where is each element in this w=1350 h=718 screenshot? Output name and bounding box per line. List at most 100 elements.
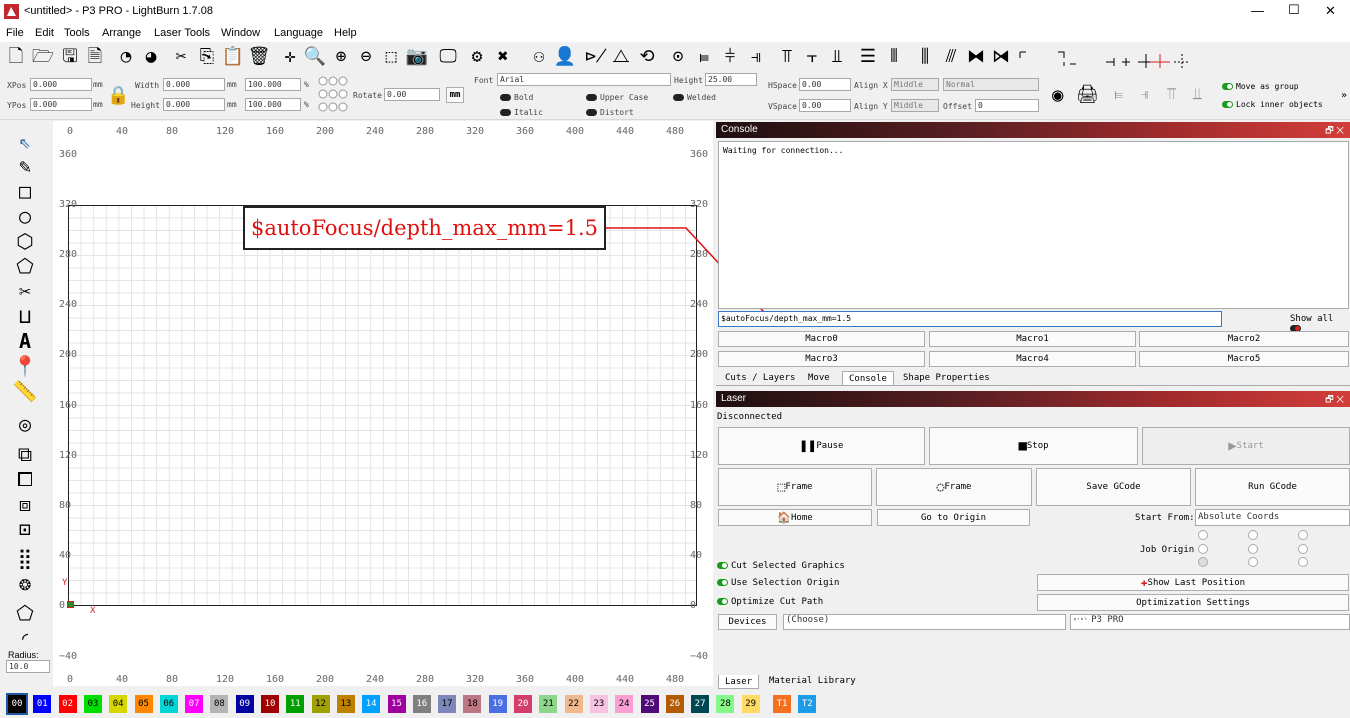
- space-v-icon[interactable]: ⫻: [940, 46, 962, 68]
- run-gcode-button[interactable]: Run GCode: [1195, 468, 1350, 506]
- macro-2-button[interactable]: Macro2: [1139, 331, 1349, 347]
- align-middle-icon[interactable]: ⫟: [801, 46, 823, 68]
- text-mode-select[interactable]: Normal: [943, 78, 1039, 91]
- undo-icon[interactable]: ◔: [115, 46, 137, 68]
- layer-swatch-17[interactable]: 17: [438, 695, 457, 713]
- offset-input[interactable]: 0: [975, 99, 1039, 112]
- job-origin-radio[interactable]: [1248, 530, 1258, 540]
- layer-swatch-20[interactable]: 20: [514, 695, 532, 713]
- tab-move[interactable]: Move: [802, 371, 836, 385]
- trim-icon[interactable]: ✂: [11, 279, 39, 303]
- job-origin-radio[interactable]: [1298, 544, 1308, 554]
- copy-icon[interactable]: ⎘: [196, 46, 218, 68]
- layer-swatch-26[interactable]: 26: [665, 695, 684, 713]
- boolean-subtract-icon[interactable]: ⧠: [11, 467, 39, 491]
- paste-icon[interactable]: 📋: [222, 46, 244, 68]
- user-icon[interactable]: 👤: [554, 46, 576, 68]
- boolean-intersect-icon[interactable]: ⧈: [11, 492, 39, 516]
- layer-swatch-25[interactable]: 25: [640, 695, 659, 713]
- layer-swatch-04[interactable]: 04: [109, 695, 128, 713]
- weld-icon[interactable]: ⊡: [11, 517, 39, 541]
- layer-swatch-11[interactable]: 11: [286, 695, 305, 713]
- new-file-icon[interactable]: 🗋: [5, 46, 27, 68]
- delete-icon[interactable]: 🗑: [248, 46, 271, 68]
- boolean-union-icon[interactable]: ⧉: [11, 442, 39, 466]
- print-icon[interactable]: 🖨: [1076, 84, 1099, 105]
- job-origin-radio[interactable]: [1298, 530, 1308, 540]
- tab-shape-properties[interactable]: Shape Properties: [897, 371, 996, 385]
- camera-icon[interactable]: 📷: [406, 46, 428, 68]
- zoom-minus-icon[interactable]: ⊖: [355, 46, 377, 68]
- menu-file[interactable]: File: [6, 27, 24, 39]
- go-to-origin-button[interactable]: Go to Origin: [877, 509, 1030, 526]
- rotate-icon[interactable]: ⟲: [636, 46, 658, 68]
- layer-swatch-27[interactable]: 27: [691, 695, 710, 713]
- layer-swatch-28[interactable]: 28: [716, 695, 735, 713]
- flip-v-icon[interactable]: ⧒: [990, 46, 1012, 68]
- start-from-select[interactable]: Absolute Coords: [1195, 509, 1350, 526]
- maximize-button[interactable]: ☐: [1288, 2, 1300, 18]
- corner-icon[interactable]: ⬠: [11, 601, 39, 625]
- console-command-input[interactable]: $autoFocus/depth_max_mm=1.5: [718, 311, 1222, 327]
- vspace-input[interactable]: 0.00: [799, 99, 851, 112]
- lock-icon[interactable]: 🔒: [107, 85, 129, 106]
- layer-swatch-23[interactable]: 23: [589, 695, 608, 713]
- devices-button[interactable]: Devices: [718, 614, 777, 630]
- menu-edit[interactable]: Edit: [35, 27, 54, 39]
- layer-swatch-16[interactable]: 16: [412, 695, 431, 713]
- layer-swatch-14[interactable]: 14: [362, 695, 381, 713]
- italic-toggle[interactable]: Italic: [500, 108, 543, 117]
- layer-swatch-18[interactable]: 18: [463, 695, 482, 713]
- align-bottom-icon[interactable]: ⫫: [826, 46, 848, 68]
- tab-console[interactable]: Console: [842, 371, 894, 385]
- job-origin-radio[interactable]: [1248, 544, 1258, 554]
- layer-swatch-21[interactable]: 21: [539, 695, 558, 713]
- welded-toggle[interactable]: Welded: [673, 93, 716, 102]
- save-icon[interactable]: 🖫: [59, 46, 81, 68]
- start-button[interactable]: ▶ Start: [1142, 427, 1350, 465]
- font-select[interactable]: Arial: [497, 73, 671, 86]
- tools-icon[interactable]: ✖: [492, 46, 514, 68]
- job-origin-radio-selected[interactable]: [1198, 557, 1208, 567]
- text-icon[interactable]: A: [11, 329, 39, 353]
- layer-swatch-22[interactable]: 22: [564, 695, 583, 713]
- distribute-h-icon[interactable]: ⫴: [883, 46, 905, 68]
- lock-inner-toggle[interactable]: Lock inner objects: [1222, 100, 1323, 109]
- layer-swatch-06[interactable]: 06: [159, 695, 178, 713]
- more-toolbar-button[interactable]: »: [1341, 90, 1347, 101]
- show-last-position-button[interactable]: ✚ Show Last Position: [1037, 574, 1349, 591]
- open-folder-icon[interactable]: 🗁: [32, 46, 54, 68]
- home-button[interactable]: 🏠 Home: [718, 509, 872, 526]
- menu-arrange[interactable]: Arrange: [102, 27, 141, 39]
- layer-swatch-12[interactable]: 12: [311, 695, 330, 713]
- macro-0-button[interactable]: Macro0: [718, 331, 925, 347]
- console-panel-controls[interactable]: 🗗 ✕: [1325, 122, 1344, 138]
- layer-swatch-19[interactable]: 19: [488, 695, 507, 713]
- use-selection-origin-toggle[interactable]: Use Selection Origin: [717, 578, 839, 588]
- layer-swatch-00[interactable]: 00: [6, 693, 28, 715]
- distribute-icon[interactable]: ☰: [857, 46, 879, 68]
- radius-icon[interactable]: ◜: [11, 626, 39, 650]
- frame-rect-button[interactable]: ⬚ Frame: [718, 468, 872, 506]
- weld-eye-icon[interactable]: ◉: [1052, 84, 1063, 106]
- width-input[interactable]: 0.000: [163, 78, 225, 91]
- macro-5-button[interactable]: Macro5: [1139, 351, 1349, 367]
- tab-laser[interactable]: Laser: [718, 675, 760, 689]
- grid-array-icon[interactable]: ⣿: [11, 546, 39, 570]
- layer-swatch-02[interactable]: 02: [58, 695, 77, 713]
- layer-swatch-T2[interactable]: T2: [798, 695, 817, 713]
- layer-swatch-08[interactable]: 08: [210, 695, 229, 713]
- align-right-disabled-icon[interactable]: ⫣: [1140, 84, 1150, 104]
- menu-window[interactable]: Window: [221, 27, 260, 39]
- pentagon-icon[interactable]: ⬠: [11, 254, 39, 278]
- anchor-grid-icon[interactable]: [318, 76, 350, 116]
- stop-button[interactable]: ■ Stop: [929, 427, 1138, 465]
- radius-input[interactable]: 10.0: [6, 660, 50, 673]
- layer-swatch-29[interactable]: 29: [741, 695, 760, 713]
- job-origin-radio[interactable]: [1198, 544, 1208, 554]
- menu-help[interactable]: Help: [334, 27, 357, 39]
- optimize-cut-path-toggle[interactable]: Optimize Cut Path: [717, 597, 823, 607]
- target-icon[interactable]: ⊙: [667, 46, 689, 68]
- frame-circle-button[interactable]: ◌ Frame: [876, 468, 1032, 506]
- pencil-icon[interactable]: ✎: [11, 154, 39, 178]
